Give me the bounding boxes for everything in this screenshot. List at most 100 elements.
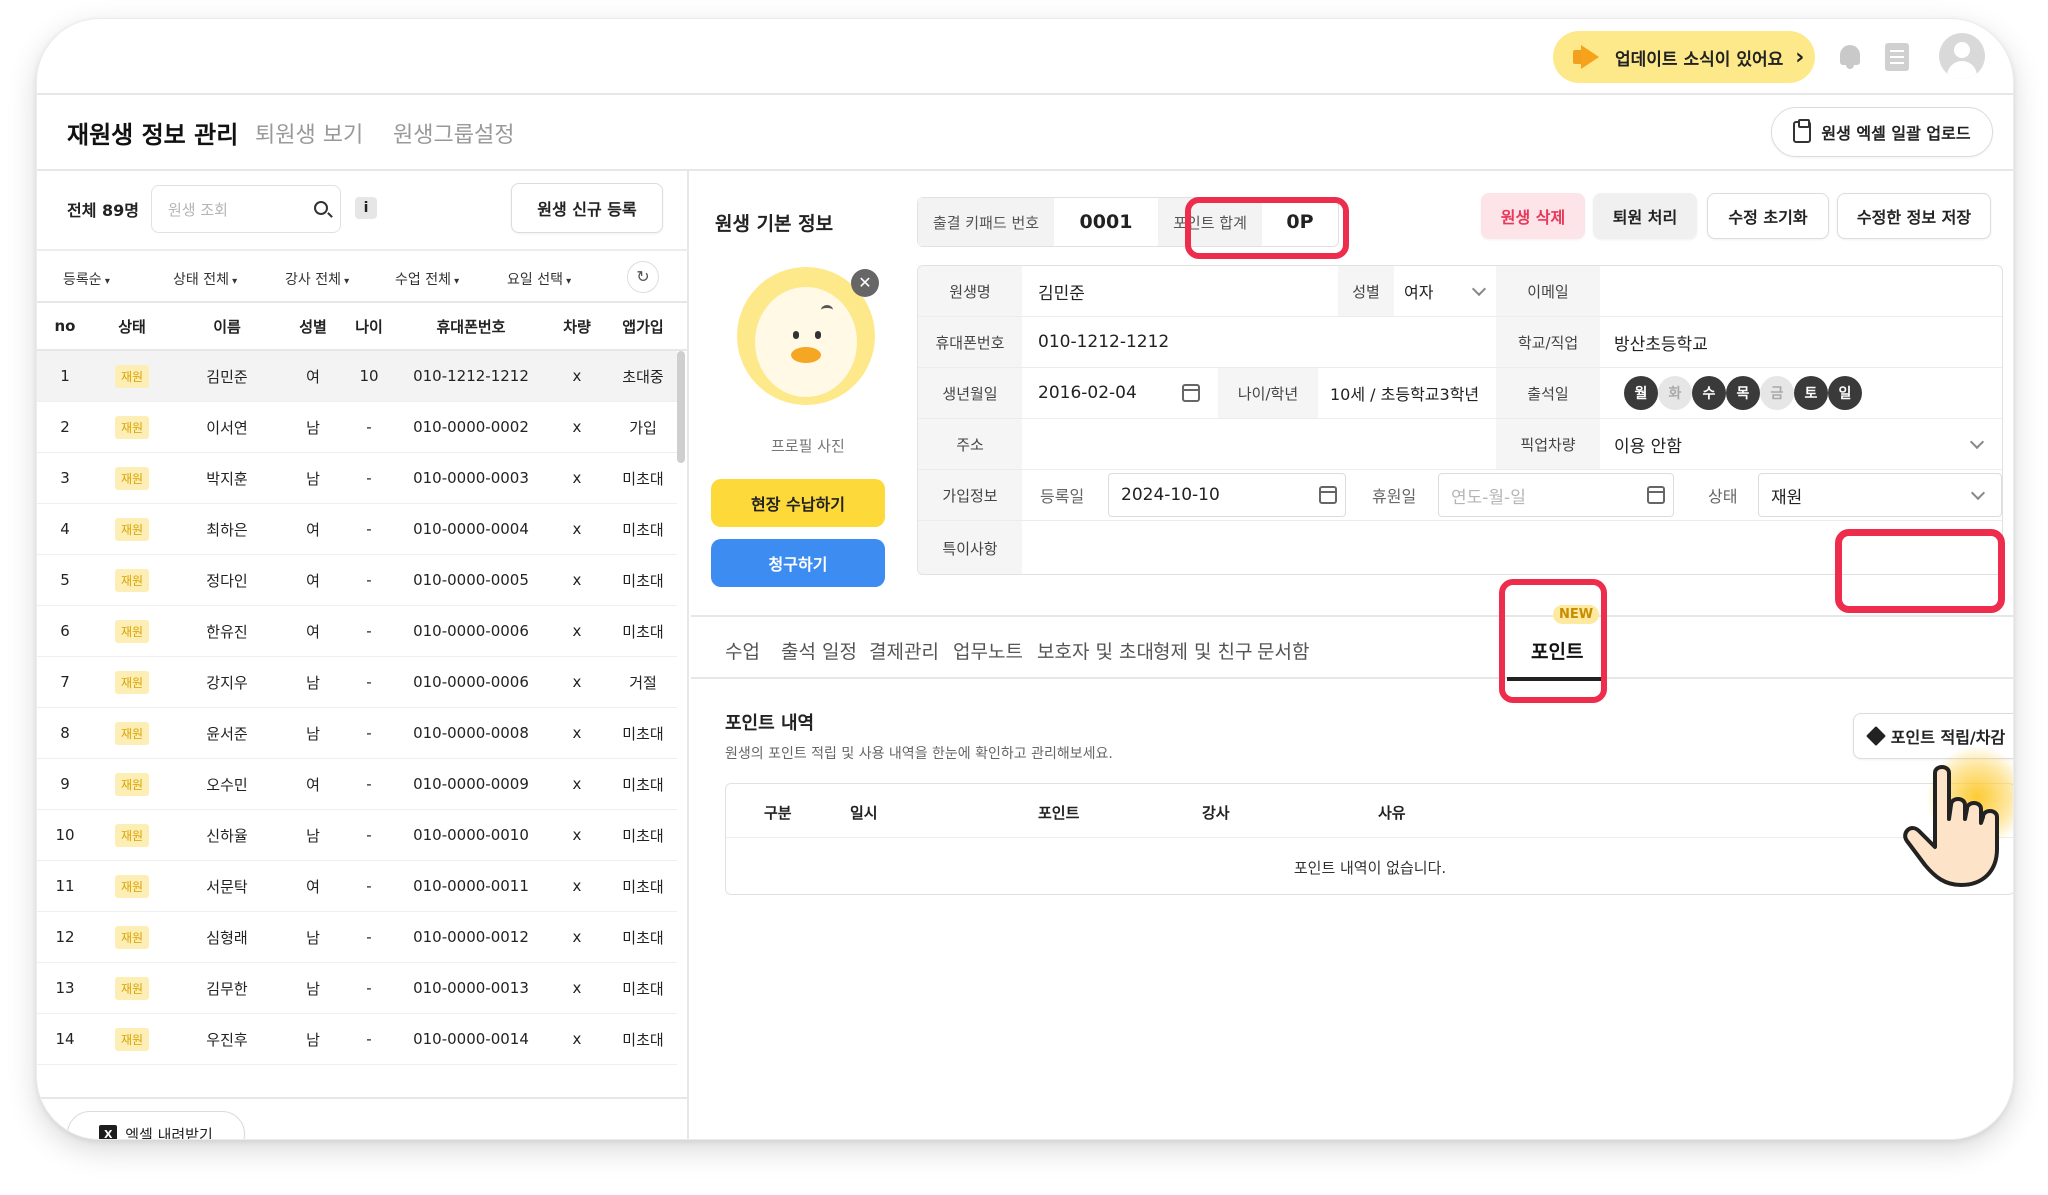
onsite-payment-button[interactable]: 현장 수납하기 bbox=[711, 479, 885, 527]
status-select[interactable]: 재원 bbox=[1758, 473, 2002, 517]
excel-bulk-upload-button[interactable]: 원생 엑셀 일괄 업로드 bbox=[1771, 107, 1993, 157]
tab-withdrawn-students[interactable]: 퇴원생 보기 bbox=[255, 117, 363, 149]
birth-field[interactable]: 2016-02-04 bbox=[1038, 368, 1137, 418]
table-row[interactable]: 2 재원 이서연 남 - 010-0000-0002 x 가입 bbox=[37, 402, 677, 453]
tab-guardians[interactable]: 보호자 및 초대 bbox=[1037, 637, 1154, 664]
cell-name: 서문탁 bbox=[206, 877, 248, 896]
table-row[interactable]: 1 재원 김민준 여 10 010-1212-1212 x 초대중 bbox=[37, 351, 677, 402]
attendance-day-chip[interactable]: 월 bbox=[1624, 376, 1658, 410]
table-row[interactable]: 4 재원 최하은 여 - 010-0000-0004 x 미초대 bbox=[37, 504, 677, 555]
attendance-days-label: 출석일 bbox=[1496, 368, 1600, 418]
remove-photo-icon[interactable]: ✕ bbox=[851, 269, 879, 297]
avatar-icon[interactable] bbox=[1939, 33, 1985, 79]
calendar-icon[interactable] bbox=[1319, 486, 1337, 504]
update-notice-button[interactable]: 업데이트 소식이 있어요 › bbox=[1553, 31, 1815, 83]
cell-phone: 010-1212-1212 bbox=[413, 367, 529, 385]
table-row[interactable]: 8 재원 윤서준 남 - 010-0000-0008 x 미초대 bbox=[37, 708, 677, 759]
cell-phone: 010-0000-0003 bbox=[413, 469, 529, 487]
update-notice-label: 업데이트 소식이 있어요 bbox=[1615, 49, 1784, 70]
save-edits-button[interactable]: 수정한 정보 저장 bbox=[1837, 193, 1991, 239]
status-badge: 재원 bbox=[114, 823, 150, 847]
table-header: no 상태 이름 성별 나이 휴대폰번호 차량 앱가입 bbox=[37, 301, 689, 351]
refresh-icon[interactable]: ↻ bbox=[627, 261, 659, 293]
cell-status: 재원 bbox=[97, 402, 167, 452]
cell-app: 미초대 bbox=[622, 724, 664, 743]
search-input[interactable]: 원생 조회 bbox=[151, 185, 341, 233]
gender-select[interactable]: 여자 bbox=[1404, 266, 1433, 316]
col-phone: 휴대폰번호 bbox=[436, 317, 506, 336]
table-row[interactable]: 11 재원 서문탁 여 - 010-0000-0011 x 미초대 bbox=[37, 861, 677, 912]
info-icon[interactable]: i bbox=[355, 197, 377, 219]
reset-edits-button[interactable]: 수정 초기화 bbox=[1707, 193, 1829, 239]
tab-payments[interactable]: 결제관리 bbox=[869, 637, 939, 664]
registration-date-input[interactable]: 2024-10-10 bbox=[1108, 473, 1346, 517]
cell-no: 5 bbox=[60, 571, 70, 589]
cell-status: 재원 bbox=[97, 963, 167, 1013]
calendar-icon[interactable] bbox=[1182, 384, 1200, 402]
cell-gender: 남 bbox=[306, 724, 320, 743]
table-row[interactable]: 12 재원 심형래 남 - 010-0000-0012 x 미초대 bbox=[37, 912, 677, 963]
table-row[interactable]: 5 재원 정다인 여 - 010-0000-0005 x 미초대 bbox=[37, 555, 677, 606]
tab-student-groups[interactable]: 원생그룹설정 bbox=[393, 117, 514, 149]
status-badge: 재원 bbox=[114, 925, 150, 949]
attendance-day-chip[interactable]: 금 bbox=[1760, 376, 1794, 410]
tab-classes[interactable]: 수업 bbox=[725, 637, 760, 664]
status-badge: 재원 bbox=[114, 466, 150, 490]
tab-attendance-schedule[interactable]: 출석 일정 bbox=[781, 637, 857, 664]
attendance-day-chip[interactable]: 화 bbox=[1658, 376, 1692, 410]
table-row[interactable]: 10 재원 신하율 남 - 010-0000-0010 x 미초대 bbox=[37, 810, 677, 861]
document-icon[interactable] bbox=[1885, 43, 1909, 71]
tab-documents[interactable]: 문서함 bbox=[1257, 637, 1309, 664]
bell-icon[interactable] bbox=[1837, 43, 1863, 71]
col-status: 상태 bbox=[118, 317, 146, 336]
table-row[interactable]: 14 재원 우진후 남 - 010-0000-0014 x 미초대 bbox=[37, 1014, 677, 1065]
school-field[interactable]: 방산초등학교 bbox=[1614, 317, 1708, 367]
points-table-header: 구분 일시 포인트 강사 사유 bbox=[726, 784, 2013, 838]
cell-app: 미초대 bbox=[622, 775, 664, 794]
name-field[interactable]: 김민준 bbox=[1038, 266, 1085, 316]
attendance-day-chip[interactable]: 목 bbox=[1726, 376, 1760, 410]
attendance-day-chip[interactable]: 일 bbox=[1828, 376, 1862, 410]
table-row[interactable]: 7 재원 강지우 남 - 010-0000-0006 x 거절 bbox=[37, 657, 677, 708]
pickup-select[interactable]: 이용 안함 bbox=[1614, 419, 1682, 469]
table-row[interactable]: 6 재원 한유진 여 - 010-0000-0006 x 미초대 bbox=[37, 606, 677, 657]
filter-teacher[interactable]: 강사 전체 bbox=[285, 269, 349, 289]
bill-button[interactable]: 청구하기 bbox=[711, 539, 885, 587]
cell-gender: 여 bbox=[306, 571, 320, 590]
student-list-panel: 전체 89명 원생 조회 i 원생 신규 등록 등록순 상태 전체 강사 전체 … bbox=[37, 171, 689, 1139]
cell-no: 1 bbox=[60, 367, 70, 385]
cell-age: - bbox=[366, 826, 372, 844]
filter-sort[interactable]: 등록순 bbox=[63, 269, 110, 289]
points-tab-highlight bbox=[1499, 579, 1607, 703]
tab-siblings[interactable]: 형제 및 친구 bbox=[1153, 637, 1252, 664]
calendar-icon[interactable] bbox=[1647, 486, 1665, 504]
tab-work-notes[interactable]: 업무노트 bbox=[953, 637, 1023, 664]
cell-status: 재원 bbox=[97, 555, 167, 605]
filter-class[interactable]: 수업 전체 bbox=[395, 269, 459, 289]
address-label: 주소 bbox=[918, 419, 1022, 469]
age-grade-field: 10세 / 초등학교3학년 bbox=[1330, 385, 1480, 404]
filter-day[interactable]: 요일 선택 bbox=[507, 269, 571, 289]
search-icon[interactable] bbox=[314, 201, 328, 215]
phone-field[interactable]: 010-1212-1212 bbox=[1038, 317, 1169, 367]
col-name: 이름 bbox=[213, 317, 241, 336]
attendance-day-chip[interactable]: 수 bbox=[1692, 376, 1726, 410]
cell-status: 재원 bbox=[97, 606, 167, 656]
cell-phone: 010-0000-0013 bbox=[413, 979, 529, 997]
new-student-button[interactable]: 원생 신규 등록 bbox=[511, 183, 663, 233]
cell-phone: 010-0000-0010 bbox=[413, 826, 529, 844]
leave-date-input[interactable]: 연도-월-일 bbox=[1438, 473, 1674, 517]
cell-name: 이서연 bbox=[206, 418, 248, 437]
delete-student-button[interactable]: 원생 삭제 bbox=[1481, 193, 1585, 239]
table-row[interactable]: 9 재원 오수민 여 - 010-0000-0009 x 미초대 bbox=[37, 759, 677, 810]
table-row[interactable]: 3 재원 박지훈 남 - 010-0000-0003 x 미초대 bbox=[37, 453, 677, 504]
tab-active-students[interactable]: 재원생 정보 관리 bbox=[67, 115, 238, 150]
withdraw-button[interactable]: 퇴원 처리 bbox=[1593, 193, 1697, 239]
cell-no: 11 bbox=[55, 877, 75, 895]
table-row[interactable]: 13 재원 김무한 남 - 010-0000-0013 x 미초대 bbox=[37, 963, 677, 1014]
excel-download-button[interactable]: X 엑셀 내려받기 bbox=[67, 1111, 245, 1139]
cell-phone: 010-0000-0009 bbox=[413, 775, 529, 793]
attendance-day-chip[interactable]: 토 bbox=[1794, 376, 1828, 410]
list-scrollbar[interactable] bbox=[677, 351, 685, 463]
filter-status[interactable]: 상태 전체 bbox=[173, 269, 237, 289]
